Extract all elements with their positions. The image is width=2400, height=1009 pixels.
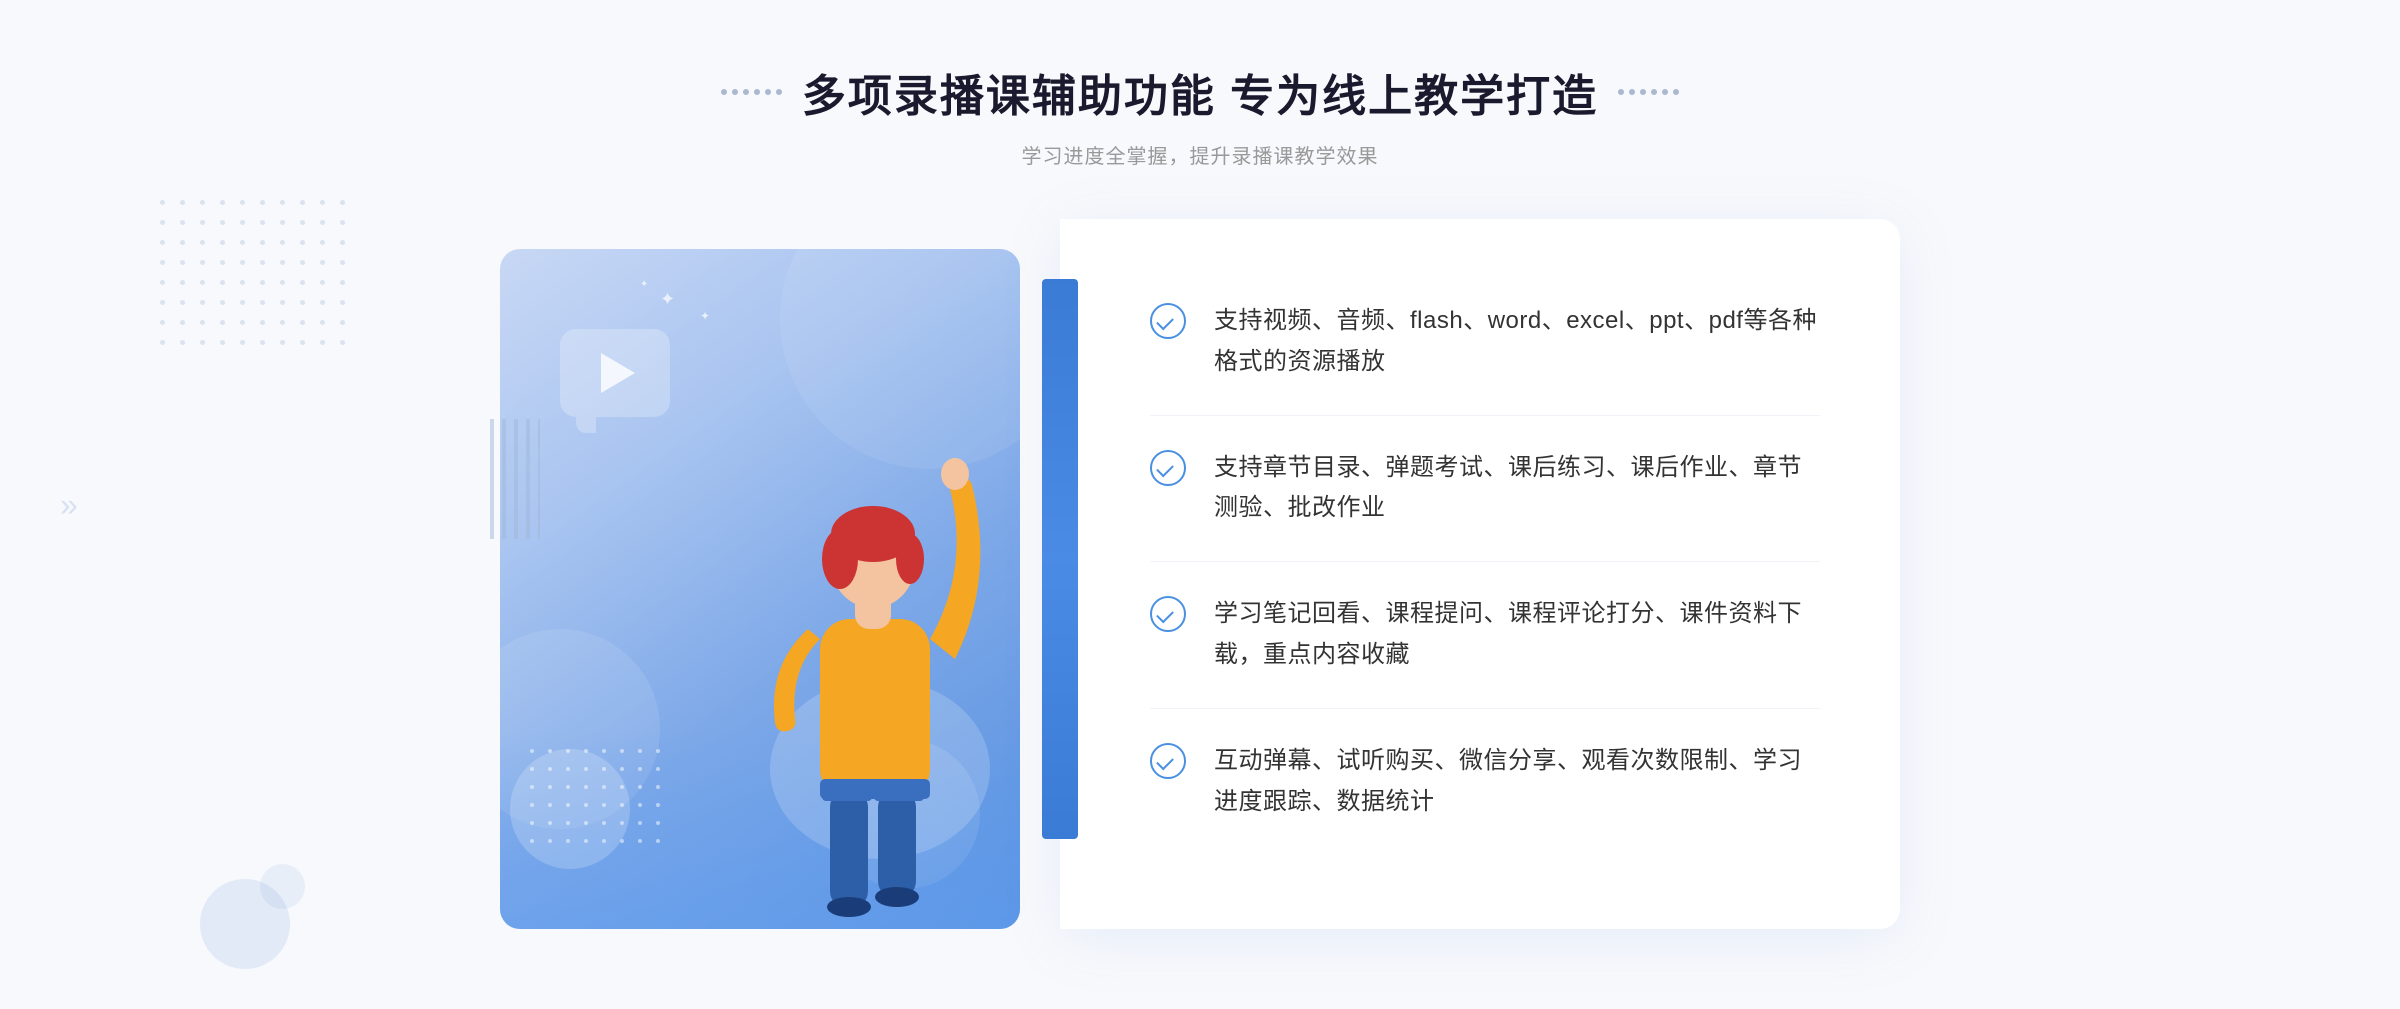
check-circle-1 xyxy=(1150,303,1186,339)
sparkle-1: ✦ xyxy=(660,289,675,310)
sparkle-3: ✦ xyxy=(640,279,648,290)
page-subtitle: 学习进度全掌握，提升录播课教学效果 xyxy=(721,140,1679,169)
feature-text-3: 学习笔记回看、课程提问、课程评论打分、课件资料下载，重点内容收藏 xyxy=(1214,594,1820,676)
sparkle-2: ✦ xyxy=(700,309,710,323)
blue-accent-bar xyxy=(1042,279,1078,839)
feature-item-2: 支持章节目录、弹题考试、课后练习、课后作业、章节测验、批改作业 xyxy=(1150,416,1820,563)
left-chevron-decoration: » xyxy=(60,486,78,523)
check-circle-3 xyxy=(1150,596,1186,632)
check-icon-4 xyxy=(1150,743,1186,779)
stripes-decoration xyxy=(490,419,540,539)
feature-text-4: 互动弹幕、试听购买、微信分享、观看次数限制、学习进度跟踪、数据统计 xyxy=(1214,741,1820,823)
dots-pattern-left: // Will be rendered via template below xyxy=(160,200,352,352)
header-section: 多项录播课辅助功能 专为线上教学打造 学习进度全掌握，提升录播课教学效果 xyxy=(721,60,1679,169)
check-icon-1 xyxy=(1150,303,1186,339)
content-wrapper: ✦ ✦ ✦ xyxy=(500,219,1900,929)
illustration-background: ✦ ✦ ✦ xyxy=(500,249,1020,929)
feature-item-4: 互动弹幕、试听购买、微信分享、观看次数限制、学习进度跟踪、数据统计 xyxy=(1150,709,1820,855)
feature-item-1: 支持视频、音频、flash、word、excel、ppt、pdf等各种格式的资源… xyxy=(1150,269,1820,416)
play-icon xyxy=(601,353,635,393)
play-bubble-bg xyxy=(560,329,670,417)
page-container: » // Will be rendered via template below… xyxy=(0,0,2400,1009)
check-circle-2 xyxy=(1150,450,1186,486)
check-icon-2 xyxy=(1150,450,1186,486)
feature-item-3: 学习笔记回看、课程提问、课程评论打分、课件资料下载，重点内容收藏 xyxy=(1150,562,1820,709)
header-decorators: 多项录播课辅助功能 专为线上教学打造 xyxy=(721,60,1679,124)
page-title: 多项录播课辅助功能 专为线上教学打造 xyxy=(802,60,1598,124)
decorator-dots-right xyxy=(1618,89,1679,95)
light-blob-circle xyxy=(510,749,630,869)
person-figure xyxy=(740,349,1000,929)
play-button-bubble xyxy=(560,329,680,429)
decorator-dots-left xyxy=(721,89,782,95)
person-svg xyxy=(740,349,1000,929)
feature-text-2: 支持章节目录、弹题考试、课后练习、课后作业、章节测验、批改作业 xyxy=(1214,448,1820,530)
check-icon-3 xyxy=(1150,596,1186,632)
features-panel: 支持视频、音频、flash、word、excel、ppt、pdf等各种格式的资源… xyxy=(1060,219,1900,929)
illustration-area: ✦ ✦ ✦ xyxy=(500,219,1060,929)
bottom-circle-small xyxy=(260,864,305,909)
bubble-tail xyxy=(576,417,596,433)
feature-text-1: 支持视频、音频、flash、word、excel、ppt、pdf等各种格式的资源… xyxy=(1214,301,1820,383)
chevron-left-icon: » xyxy=(60,486,78,523)
check-circle-4 xyxy=(1150,743,1186,779)
